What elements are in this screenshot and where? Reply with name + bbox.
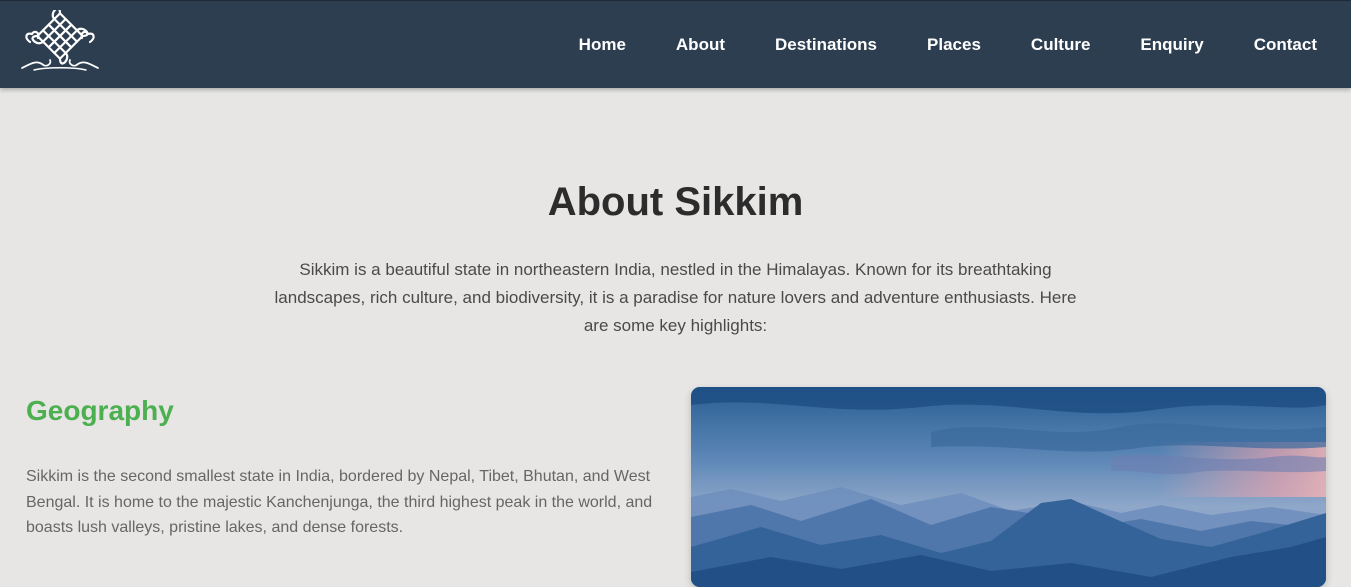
endless-knot-icon[interactable] [20,7,100,72]
navbar: Home About Destinations Places Culture E… [0,0,1351,88]
nav-enquiry-link[interactable]: Enquiry [1140,35,1203,55]
mountain-landscape-image [691,387,1326,587]
intro-paragraph: Sikkim is a beautiful state in northeast… [274,260,1077,335]
nav-contact-link[interactable]: Contact [1254,35,1317,55]
page-title: About Sikkim [547,180,804,224]
nav-destinations-link[interactable]: Destinations [775,35,877,55]
nav-culture-link[interactable]: Culture [1031,35,1091,55]
nav-about-link[interactable]: About [676,35,725,55]
nav-places-link[interactable]: Places [927,35,981,55]
geography-text: Sikkim is the second smallest state in I… [26,468,653,536]
nav-menu: Home About Destinations Places Culture E… [579,1,1317,89]
nav-home-link[interactable]: Home [579,35,626,55]
geography-heading: Geography [26,395,174,426]
